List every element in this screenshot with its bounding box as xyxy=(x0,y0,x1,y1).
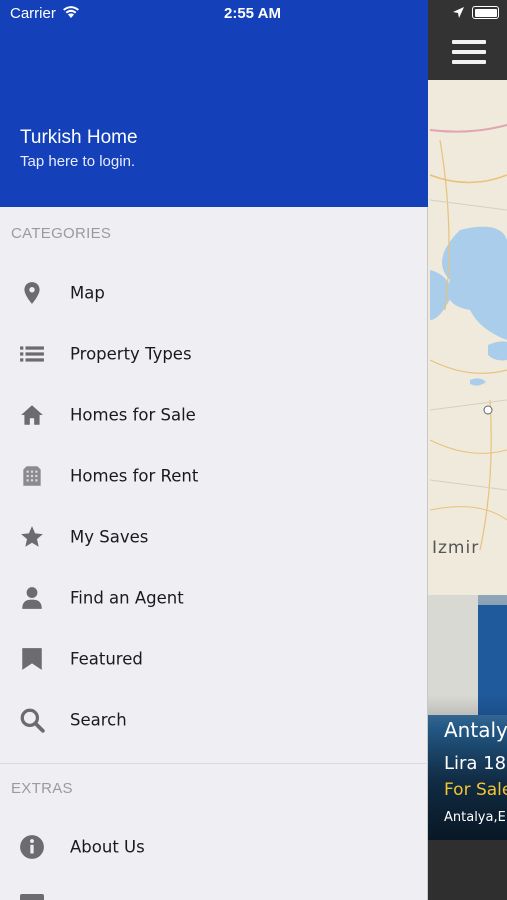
app-name: Turkish Home xyxy=(20,127,138,148)
star-icon xyxy=(19,524,45,550)
menu-item-find-an-agent[interactable]: Find an Agent xyxy=(0,567,428,628)
extras-section-label: EXTRAS xyxy=(11,780,73,797)
login-prompt[interactable]: Tap here to login. xyxy=(20,153,135,170)
menu-item-property-types[interactable]: Property Types xyxy=(0,323,428,384)
carrier-label: Carrier xyxy=(10,5,56,22)
home-icon xyxy=(19,402,45,428)
listing-status: For Sale xyxy=(444,780,507,800)
status-bar: Carrier 2:55 AM xyxy=(0,0,507,28)
document-icon xyxy=(20,894,44,900)
menu-item-homes-for-sale[interactable]: Homes for Sale xyxy=(0,384,428,445)
listing-price: Lira 185 xyxy=(444,753,507,774)
person-icon xyxy=(19,585,45,611)
side-drawer: Turkish Home Tap here to login. CATEGORI… xyxy=(0,0,428,900)
map-pin-icon xyxy=(19,280,45,306)
listing-location: Antalya,E xyxy=(444,810,506,825)
menu-item-map[interactable]: Map xyxy=(0,262,428,323)
menu-label: About Us xyxy=(70,837,145,856)
clock: 2:55 AM xyxy=(224,5,281,22)
location-arrow-icon xyxy=(452,6,465,19)
menu-item-my-saves[interactable]: My Saves xyxy=(0,506,428,567)
list-icon xyxy=(19,341,45,367)
menu-label: Map xyxy=(70,283,105,302)
wifi-icon xyxy=(62,5,80,19)
menu-label: Find an Agent xyxy=(70,588,184,607)
menu-label: Featured xyxy=(70,649,143,668)
menu-label: Homes for Rent xyxy=(70,466,199,485)
bookmark-icon xyxy=(19,646,45,672)
section-divider xyxy=(0,763,428,764)
menu-label: Homes for Sale xyxy=(70,405,196,424)
categories-section-label: CATEGORIES xyxy=(11,225,112,242)
building-icon xyxy=(19,463,45,489)
listing-city: Antaly xyxy=(444,718,507,742)
hamburger-menu-icon[interactable] xyxy=(452,40,486,64)
menu-item-homes-for-rent[interactable]: Homes for Rent xyxy=(0,445,428,506)
info-icon xyxy=(19,834,45,860)
login-header[interactable]: Turkish Home Tap here to login. xyxy=(0,0,428,207)
menu-label: Search xyxy=(70,710,127,729)
menu-item-search[interactable]: Search xyxy=(0,689,428,750)
search-icon xyxy=(19,707,45,733)
battery-icon xyxy=(472,6,499,19)
menu-item-featured[interactable]: Featured xyxy=(0,628,428,689)
menu-label: My Saves xyxy=(70,527,149,546)
menu-item-partial[interactable] xyxy=(0,877,428,900)
map-city-label: Izmir xyxy=(432,538,480,558)
menu-item-about-us[interactable]: About Us xyxy=(0,816,428,877)
menu-label: Property Types xyxy=(70,344,192,363)
